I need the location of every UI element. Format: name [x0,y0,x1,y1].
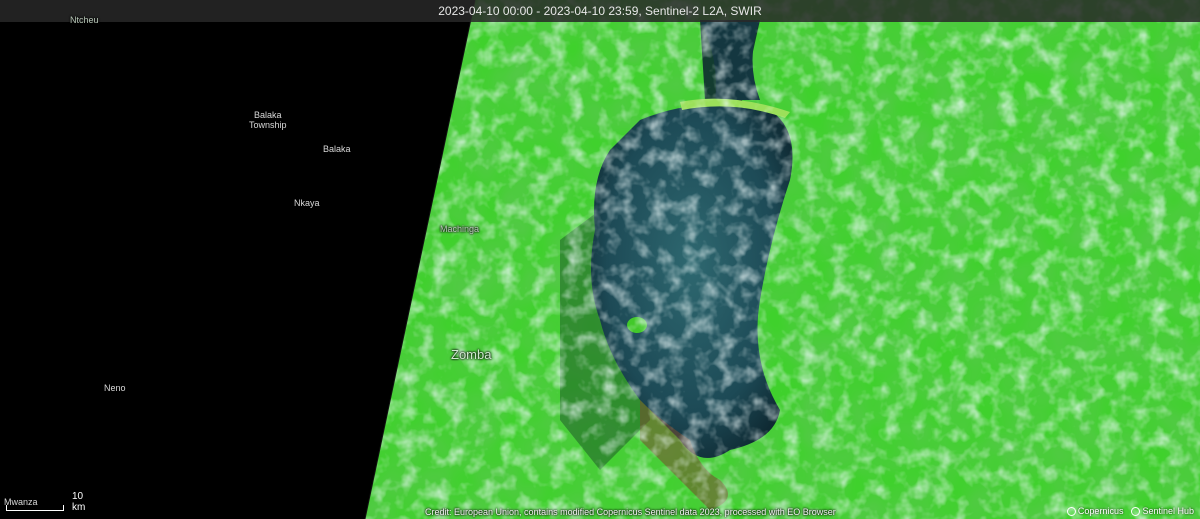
place-label-balaka: Balaka [323,144,351,154]
sentinelhub-icon [1131,506,1141,516]
scale-label: 10 km [72,491,86,513]
place-label-nkaya: Nkaya [294,198,320,208]
imagery-credit: Credit: European Union, contains modifie… [425,507,836,517]
sentinelhub-logo[interactable]: Sentinel Hub [1131,506,1194,516]
place-label-ntcheu: Ntcheu [70,15,99,25]
place-label-balaka-township: Balaka Township [249,110,287,130]
copernicus-logo[interactable]: Copernicus [1066,506,1124,516]
satellite-map[interactable] [0,0,1200,519]
copernicus-label: Copernicus [1077,506,1124,516]
place-label-machinga: Machinga [440,224,480,234]
date-layer-header: 2023-04-10 00:00 - 2023-04-10 23:59, Sen… [0,0,1200,22]
copernicus-icon [1066,506,1076,516]
place-label-zomba: Zomba [451,347,492,362]
place-label-neno: Neno [104,383,126,393]
sentinelhub-label: Sentinel Hub [1142,506,1194,516]
provider-logos: Copernicus Sentinel Hub [1066,506,1194,516]
scale-bar-line [6,505,64,511]
